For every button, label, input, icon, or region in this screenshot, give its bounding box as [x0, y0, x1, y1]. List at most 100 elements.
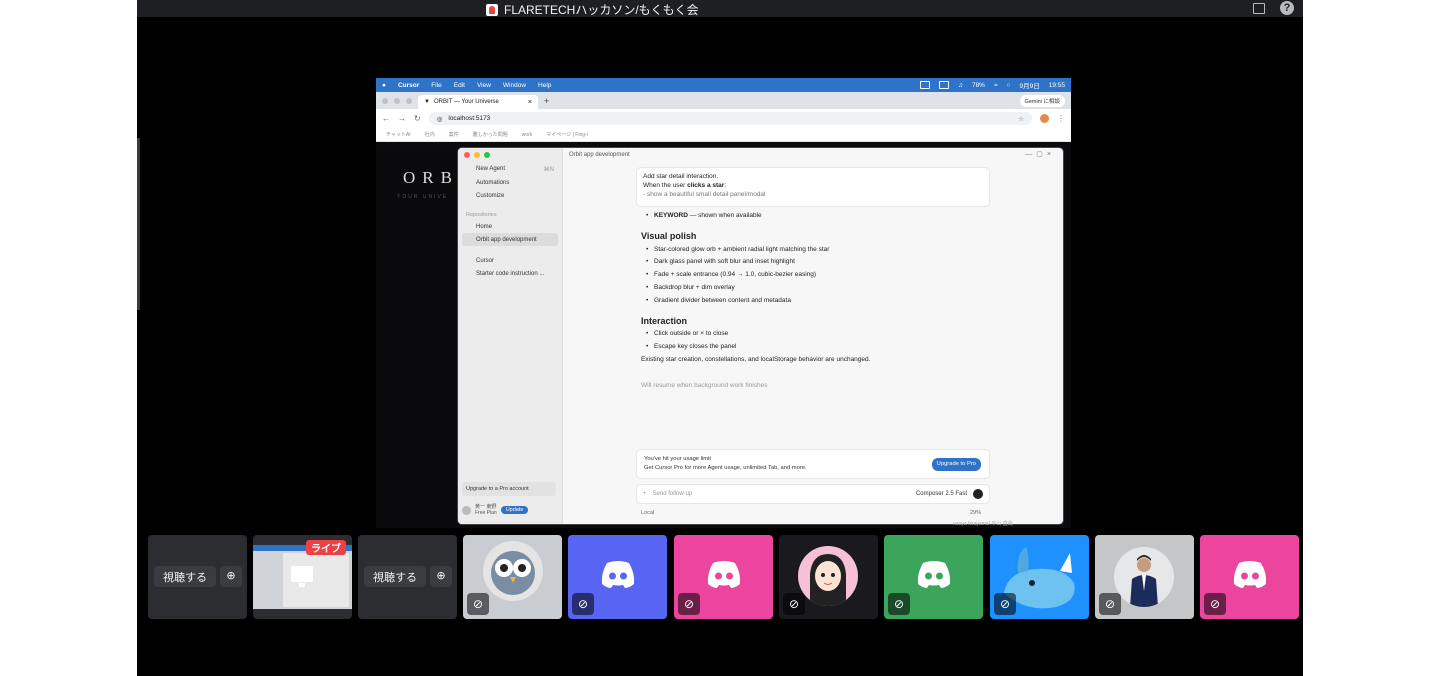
discord-logo-icon: [917, 561, 951, 588]
bookmark-5: work: [521, 131, 533, 138]
user-plan: Free Plan: [475, 510, 497, 516]
battery-text: 78%: [971, 81, 985, 89]
address-bar: ◎ localhost:5173 ☆: [428, 112, 1032, 125]
sidebar-home: Home: [476, 224, 493, 230]
site-info-icon: ◎: [436, 115, 443, 123]
headphones-icon: ♫: [958, 81, 963, 89]
girl-avatar-icon: [810, 554, 846, 606]
model-selector: Composer 2.5 Fast: [915, 491, 967, 497]
sidebar-starter-code: Starter code instruction ...: [476, 271, 545, 277]
menubar-file: File: [431, 81, 442, 89]
man-avatar-icon: [1130, 555, 1158, 607]
participant-tile-discord-2[interactable]: ⊘: [674, 535, 773, 619]
browser-toolbar: ← → ↻ ◎ localhost:5173 ☆ ⋮: [376, 109, 1071, 128]
watch-stream-button-2[interactable]: 視聴する: [364, 566, 426, 587]
window-title-text: FLARETECHハッカソン/もくもく会: [504, 3, 699, 17]
chat-title: Orbit app development: [569, 152, 630, 158]
prompt-card: Add star detail interaction. When the us…: [637, 168, 989, 206]
keyword-item: KEYWORD — shown when available: [641, 210, 1041, 223]
discord-logo-icon: [1233, 561, 1267, 588]
close-dot: [382, 97, 388, 104]
discord-logo-icon: [707, 561, 741, 588]
server-logo-icon: [486, 3, 498, 16]
url-text: localhost:5173: [448, 115, 491, 122]
scrollbar[interactable]: [137, 138, 140, 310]
mic-icon: [973, 489, 983, 499]
interaction-item: Escape key closes the panel: [641, 341, 1041, 354]
orbit-page-background: ORB YOUR UNIVE: [376, 150, 458, 528]
screen-share-icon: [920, 81, 931, 89]
tab-favicon-icon: ▼: [424, 99, 430, 105]
watch-stream-button[interactable]: 視聴する: [154, 566, 216, 587]
browser-tabstrip: ▼ ORBIT — Your Universe × + Gemini に相談: [376, 92, 1071, 109]
popout-icon[interactable]: ⊕: [430, 566, 452, 587]
muted-mic-icon: ⊘: [572, 593, 594, 615]
repositories-label: Repositories: [466, 212, 497, 218]
browser-tab: ▼ ORBIT — Your Universe ×: [418, 95, 538, 109]
help-icon[interactable]: ?: [1280, 1, 1294, 15]
bookmark-3: 案件: [448, 132, 459, 138]
minimize-dot: [394, 97, 400, 104]
participant-tile-discord-1[interactable]: ⊘: [568, 535, 667, 619]
local-label: Local: [641, 510, 655, 516]
muted-mic-icon: ⊘: [994, 593, 1016, 615]
visual-item: Star-colored glow orb + ambient radial l…: [641, 244, 1041, 257]
zoom-light: [484, 152, 490, 158]
search-icon: ○: [1006, 81, 1011, 89]
participant-tile-live[interactable]: ライブ: [253, 535, 352, 619]
bookmarks-bar: チャットAI 社内 案件 難しかった問題 work マイページ | Fing-i: [376, 128, 1071, 142]
tab-title: ORBIT — Your Universe: [433, 99, 499, 105]
participant-tile-man[interactable]: ⊘: [1095, 535, 1194, 619]
new-tab-icon: +: [544, 95, 550, 106]
participant-tile-stream-2[interactable]: 視聴する ⊕: [358, 535, 457, 619]
followup-input: + Send follow-up Composer 2.5 Fast: [637, 485, 989, 503]
sidebar-customize: Customize: [476, 193, 505, 199]
cursor-chat: Orbit app development —▢× Add star detai…: [563, 148, 1063, 524]
visual-item: Gradient divider between content and met…: [641, 295, 1041, 308]
girl-avatar: [798, 546, 858, 606]
bookmark-2: 社内: [424, 132, 435, 138]
participant-tile-stream[interactable]: 視聴する ⊕: [148, 535, 247, 619]
owl-avatar-icon: [491, 551, 535, 595]
gemini-button: Gemini に相談: [1019, 94, 1065, 107]
bookmark-4: 難しかった問題: [472, 132, 508, 138]
participant-tile-whale[interactable]: ⊘: [990, 535, 1089, 619]
traffic-lights: [458, 148, 562, 162]
muted-mic-icon: ⊘: [678, 593, 700, 615]
inbox-icon[interactable]: [1253, 3, 1265, 14]
interaction-heading: Interaction: [641, 315, 688, 326]
sidebar-user: 黄一 東野 Free Plan Update: [462, 504, 558, 516]
participant-tile-girl[interactable]: ⊘: [779, 535, 878, 619]
tab-close-icon: ×: [527, 98, 532, 106]
upgrade-to-pro-button: Upgrade to Pro: [931, 458, 981, 471]
cursor-window: New Agent ⌘N Automations Customize Repos…: [458, 148, 1063, 524]
menubar-app: Cursor: [397, 81, 420, 89]
add-icon: +: [643, 491, 647, 497]
muted-mic-icon: ⊘: [1204, 593, 1226, 615]
menubar-date: 9月9日: [1019, 83, 1040, 90]
muted-mic-icon: ⊘: [1099, 593, 1121, 615]
muted-mic-icon: ⊘: [467, 593, 489, 615]
orbit-logo: ORB: [403, 168, 459, 187]
context-percent: 29%: [969, 510, 981, 516]
participant-tile-discord-3[interactable]: ⊘: [884, 535, 983, 619]
participant-tile-owl[interactable]: ⊘: [463, 535, 562, 619]
menubar-edit: Edit: [453, 81, 465, 89]
window-controls: —▢×: [1025, 151, 1055, 158]
close-light: [464, 152, 470, 158]
reload-icon: ↻: [414, 114, 421, 123]
visual-item: Backdrop blur + dim overlay: [641, 282, 1041, 295]
shared-screen[interactable]: ● Cursor File Edit View Window Help ♫ 78…: [376, 78, 1071, 528]
popout-icon[interactable]: ⊕: [220, 566, 242, 587]
sidebar-orbit-app: Orbit app development: [462, 233, 558, 246]
visual-heading: Visual polish: [641, 230, 697, 241]
visual-item: Dark glass panel with soft blur and inse…: [641, 256, 1041, 269]
zoom-dot: [406, 97, 412, 104]
back-icon: ←: [382, 114, 390, 123]
muted-mic-icon: ⊘: [783, 593, 805, 615]
participant-tile-discord-4[interactable]: ⊘: [1200, 535, 1299, 619]
display-icon: [939, 81, 950, 89]
more-icon: ⋮: [1057, 114, 1065, 123]
monitor-icon: [291, 566, 313, 587]
sidebar-new-agent: New Agent ⌘N: [476, 166, 554, 173]
